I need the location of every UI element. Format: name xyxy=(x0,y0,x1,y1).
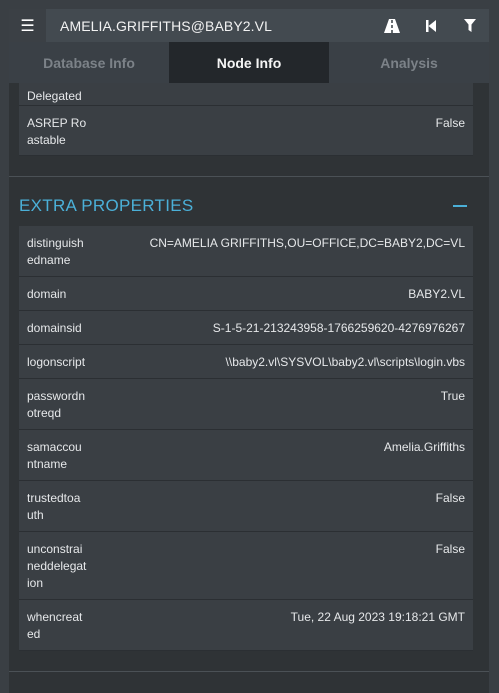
property-value: Amelia.Griffiths xyxy=(383,440,465,454)
property-row: logonscript \\baby2.vl\SYSVOL\baby2.vl\s… xyxy=(19,345,473,379)
tab-database-info[interactable]: Database Info xyxy=(9,42,169,83)
menu-button[interactable]: ☰ xyxy=(9,9,46,42)
property-key: logonscript xyxy=(27,355,86,369)
pathfinding-button[interactable] xyxy=(372,9,411,42)
step-backward-icon xyxy=(425,19,436,32)
property-row: distinguishedname CN=AMELIA GRIFFITHS,OU… xyxy=(19,226,473,277)
node-panel: ☰ AMELIA.GRIFFITHS@BABY2.VL Database Inf… xyxy=(9,9,489,693)
property-row: unconstraineddelegation False xyxy=(19,532,473,600)
property-row: ASREP Roastable False xyxy=(19,106,473,156)
property-key: ASREP Roastable xyxy=(27,116,87,147)
property-row: domain BABY2.VL xyxy=(19,277,473,311)
property-key: trustedtoauth xyxy=(27,491,81,522)
property-key: samaccountname xyxy=(27,440,82,471)
property-row: passwordnotreqd True xyxy=(19,379,473,430)
tab-analysis[interactable]: Analysis xyxy=(329,42,489,83)
road-icon xyxy=(383,18,400,33)
filter-button[interactable] xyxy=(450,9,489,42)
search-header: ☰ AMELIA.GRIFFITHS@BABY2.VL xyxy=(9,9,489,42)
node-title[interactable]: AMELIA.GRIFFITHS@BABY2.VL xyxy=(60,18,372,34)
property-value: True xyxy=(440,389,465,403)
tab-node-info[interactable]: Node Info xyxy=(169,42,329,83)
property-row: trustedtoauth False xyxy=(19,481,473,532)
property-value: \\baby2.vl\SYSVOL\baby2.vl\scripts\login… xyxy=(225,355,465,369)
property-value: False xyxy=(435,491,465,505)
property-key: unconstraineddelegation xyxy=(27,542,87,590)
collapse-icon[interactable] xyxy=(453,205,467,207)
property-key: whencreated xyxy=(27,610,83,641)
property-value: False xyxy=(435,116,465,130)
hamburger-icon: ☰ xyxy=(20,17,35,35)
section-divider xyxy=(9,671,489,672)
property-value: Tue, 22 Aug 2023 19:18:21 GMT xyxy=(290,610,465,624)
property-key: Delegated xyxy=(27,89,82,103)
property-key: domain xyxy=(27,287,67,301)
section-title: EXTRA PROPERTIES xyxy=(19,196,194,215)
property-value: CN=AMELIA GRIFFITHS,OU=OFFICE,DC=BABY2,D… xyxy=(149,236,465,250)
property-value: False xyxy=(435,542,465,556)
property-key: distinguishedname xyxy=(27,236,84,267)
filter-icon xyxy=(463,19,476,32)
property-key: passwordnotreqd xyxy=(27,389,86,420)
property-row: domainsid S-1-5-21-213243958-1766259620-… xyxy=(19,311,473,345)
property-value: BABY2.VL xyxy=(408,287,465,301)
back-button[interactable] xyxy=(411,9,450,42)
section-divider xyxy=(9,176,489,177)
property-row: samaccountname Amelia.Griffiths xyxy=(19,430,473,481)
property-value: S-1-5-21-213243958-1766259620-4276976267 xyxy=(212,321,465,335)
tab-bar: Database Info Node Info Analysis xyxy=(9,42,489,83)
property-row: whencreated Tue, 22 Aug 2023 19:18:21 GM… xyxy=(19,600,473,651)
property-key: domainsid xyxy=(27,321,82,335)
